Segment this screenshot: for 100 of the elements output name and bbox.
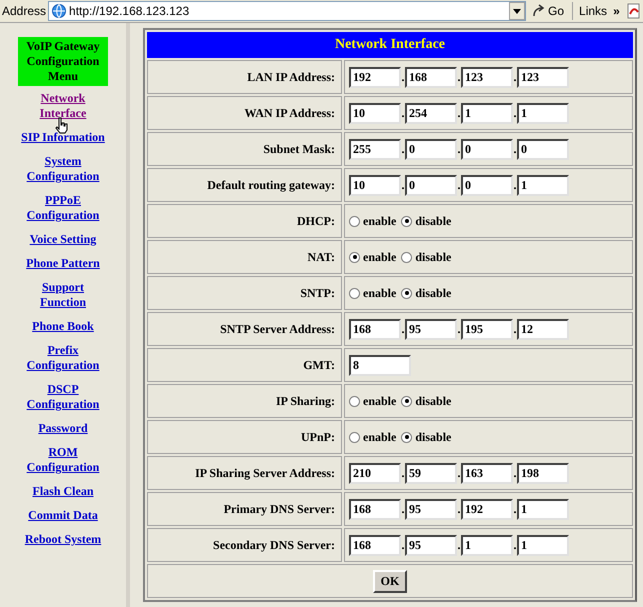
menu-link[interactable]: Prefix Configuration bbox=[19, 343, 107, 373]
radio-button[interactable] bbox=[349, 432, 360, 442]
field-label: DHCP: bbox=[147, 204, 342, 238]
menu-link[interactable]: Network Interface bbox=[19, 91, 107, 121]
octet-field[interactable]: 168 bbox=[349, 534, 401, 556]
dot-separator: . bbox=[513, 105, 517, 122]
menu-link[interactable]: DSCP Configuration bbox=[19, 382, 107, 412]
links-button[interactable]: Links bbox=[575, 2, 612, 20]
menu-link[interactable]: SIP Information bbox=[19, 130, 107, 145]
menu-link[interactable]: Phone Pattern bbox=[19, 256, 107, 271]
address-field[interactable]: http://192.168.123.123 bbox=[48, 1, 526, 21]
radio-button[interactable] bbox=[401, 432, 412, 442]
field-label: IP Sharing Server Address: bbox=[147, 456, 342, 490]
octet-field[interactable]: 0 bbox=[517, 138, 569, 160]
octet-field[interactable]: 254 bbox=[405, 102, 457, 124]
dropdown-button[interactable] bbox=[509, 2, 526, 20]
dot-separator: . bbox=[457, 465, 461, 482]
option-label: enable bbox=[363, 285, 396, 302]
hand-cursor-icon bbox=[55, 117, 69, 134]
octet-field[interactable]: 198 bbox=[517, 462, 569, 484]
field-label: UPnP: bbox=[147, 420, 342, 454]
octet-field[interactable]: 1 bbox=[461, 102, 513, 124]
octet-field[interactable]: 168 bbox=[349, 498, 401, 520]
octet-field[interactable]: 95 bbox=[405, 534, 457, 556]
octet-field[interactable]: 123 bbox=[461, 66, 513, 88]
option-label: disable bbox=[415, 285, 452, 302]
menu-link[interactable]: Voice Setting bbox=[19, 232, 107, 247]
dot-separator: . bbox=[457, 105, 461, 122]
address-label: Address bbox=[1, 3, 48, 20]
dot-separator: . bbox=[401, 105, 405, 122]
octet-field[interactable]: 0 bbox=[405, 174, 457, 196]
octet-field[interactable]: 0 bbox=[461, 138, 513, 160]
menu-title: VoIP Gateway Configuration Menu bbox=[18, 37, 108, 86]
menu-link[interactable]: Phone Book bbox=[19, 319, 107, 334]
radio-button[interactable] bbox=[349, 396, 360, 406]
octet-field[interactable]: 192 bbox=[461, 498, 513, 520]
dot-separator: . bbox=[401, 69, 405, 86]
go-button[interactable]: Go bbox=[526, 2, 570, 20]
radio-button[interactable] bbox=[401, 396, 412, 406]
dot-separator: . bbox=[457, 537, 461, 554]
radio-button[interactable] bbox=[349, 216, 360, 226]
octet-field[interactable]: 0 bbox=[461, 174, 513, 196]
chevron-text[interactable]: » bbox=[611, 2, 622, 20]
octet-field[interactable]: 1 bbox=[517, 174, 569, 196]
octet-field[interactable]: 12 bbox=[517, 318, 569, 340]
dot-separator: . bbox=[401, 501, 405, 518]
octet-field[interactable]: 192 bbox=[349, 66, 401, 88]
radio-button[interactable] bbox=[401, 252, 412, 262]
octet-field[interactable]: 123 bbox=[517, 66, 569, 88]
field-label: IP Sharing: bbox=[147, 384, 342, 418]
radio-button[interactable] bbox=[349, 252, 360, 262]
radio-button[interactable] bbox=[401, 216, 412, 226]
octet-field[interactable]: 1 bbox=[517, 498, 569, 520]
menu-link[interactable]: Support Function bbox=[19, 280, 107, 310]
field-label: NAT: bbox=[147, 240, 342, 274]
dot-separator: . bbox=[401, 177, 405, 194]
octet-field[interactable]: 95 bbox=[405, 318, 457, 340]
form-title: Network Interface bbox=[147, 32, 633, 58]
field-label: GMT: bbox=[147, 348, 342, 382]
document-icon[interactable] bbox=[626, 3, 642, 19]
radio-button[interactable] bbox=[349, 288, 360, 298]
octet-field[interactable]: 1 bbox=[517, 102, 569, 124]
octet-field[interactable]: 10 bbox=[349, 174, 401, 196]
octet-field[interactable]: 95 bbox=[405, 498, 457, 520]
dot-separator: . bbox=[457, 141, 461, 158]
menu-link[interactable]: PPPoE Configuration bbox=[19, 193, 107, 223]
menu-link[interactable]: System Configuration bbox=[19, 154, 107, 184]
dot-separator: . bbox=[513, 501, 517, 518]
dot-separator: . bbox=[457, 69, 461, 86]
octet-field[interactable]: 0 bbox=[405, 138, 457, 160]
dot-separator: . bbox=[513, 537, 517, 554]
octet-field[interactable]: 168 bbox=[349, 318, 401, 340]
ok-button[interactable]: OK bbox=[372, 570, 408, 592]
dot-separator: . bbox=[457, 321, 461, 338]
octet-field[interactable]: 1 bbox=[517, 534, 569, 556]
octet-field[interactable]: 255 bbox=[349, 138, 401, 160]
dot-separator: . bbox=[401, 537, 405, 554]
dot-separator: . bbox=[457, 501, 461, 518]
octet-field[interactable]: 195 bbox=[461, 318, 513, 340]
octet-field[interactable]: 163 bbox=[461, 462, 513, 484]
menu-link[interactable]: Flash Clean bbox=[19, 484, 107, 499]
octet-field[interactable]: 59 bbox=[405, 462, 457, 484]
option-label: disable bbox=[415, 213, 452, 230]
dot-separator: . bbox=[513, 465, 517, 482]
option-label: enable bbox=[363, 213, 396, 230]
menu-link[interactable]: Reboot System bbox=[19, 532, 107, 547]
menu-link[interactable]: ROM Configuration bbox=[19, 445, 107, 475]
octet-field[interactable]: 10 bbox=[349, 102, 401, 124]
dot-separator: . bbox=[401, 141, 405, 158]
octet-field[interactable]: 210 bbox=[349, 462, 401, 484]
option-label: enable bbox=[363, 429, 396, 446]
radio-button[interactable] bbox=[401, 288, 412, 298]
field-label: Default routing gateway: bbox=[147, 168, 342, 202]
text-field[interactable]: 8 bbox=[349, 354, 411, 376]
octet-field[interactable]: 168 bbox=[405, 66, 457, 88]
caret-icon bbox=[513, 8, 522, 14]
menu-link[interactable]: Commit Data bbox=[19, 508, 107, 523]
octet-field[interactable]: 1 bbox=[461, 534, 513, 556]
option-label: disable bbox=[415, 429, 452, 446]
menu-link[interactable]: Password bbox=[19, 421, 107, 436]
